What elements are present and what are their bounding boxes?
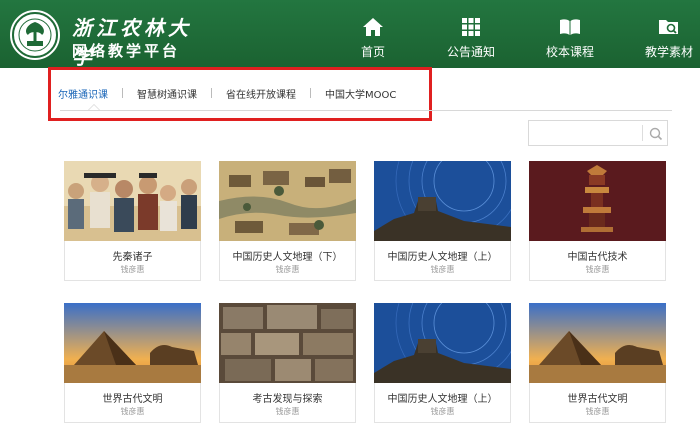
search-divider — [642, 125, 643, 141]
tabs-underline — [60, 110, 672, 111]
course-card[interactable]: 世界古代文明 钱彦惠 — [64, 303, 201, 423]
course-card[interactable]: 中国历史人文地理（上） 钱彦惠 — [374, 161, 511, 281]
course-search — [528, 120, 668, 146]
tab-provincial-open-course[interactable]: 省在线开放课程 — [226, 86, 296, 101]
course-author: 钱彦惠 — [430, 407, 455, 416]
course-title: 中国历史人文地理（上） — [387, 394, 498, 405]
pyramid-sphinx-image — [529, 303, 666, 383]
site-logo-text[interactable]: 浙江农林大学 网络教学平台 — [72, 10, 212, 69]
great-wall-image — [374, 303, 511, 383]
tab-separator — [211, 88, 212, 98]
course-source-tabs: 尔雅通识课 智慧树通识课 省在线开放课程 中国大学MOOC — [58, 84, 396, 102]
course-card[interactable]: 先秦诸子 钱彦惠 — [64, 161, 201, 281]
nav-notice-label: 公告通知 — [446, 45, 495, 59]
ancient-sages-image — [64, 161, 201, 241]
tab-china-mooc[interactable]: 中国大学MOOC — [325, 86, 396, 101]
course-author: 钱彦惠 — [275, 407, 300, 416]
nav-home-label: 首页 — [360, 45, 385, 59]
search-icon[interactable] — [647, 125, 665, 143]
course-title: 中国历史人文地理（下） — [232, 252, 343, 263]
tab-separator — [310, 88, 311, 98]
nav-material[interactable]: 教学素材 — [638, 0, 700, 68]
course-author: 钱彦惠 — [120, 407, 145, 416]
course-author: 钱彦惠 — [585, 407, 610, 416]
search-input[interactable] — [529, 121, 641, 145]
stone-ruins-image — [219, 303, 356, 383]
great-wall-image — [374, 161, 511, 241]
course-title: 先秦诸子 — [112, 252, 153, 263]
course-title: 世界古代文明 — [567, 394, 628, 405]
nav-notice[interactable]: 公告通知 — [441, 0, 501, 68]
course-author: 钱彦惠 — [275, 265, 300, 274]
grid-icon — [462, 18, 480, 36]
course-title: 中国历史人文地理（上） — [387, 252, 498, 263]
nav-material-label: 教学素材 — [644, 45, 693, 59]
course-author: 钱彦惠 — [430, 265, 455, 274]
folder-search-icon — [659, 20, 678, 34]
course-card[interactable]: 中国历史人文地理（上） 钱彦惠 — [374, 303, 511, 423]
ancient-clock-image — [529, 161, 666, 241]
course-card[interactable]: 世界古代文明 钱彦惠 — [529, 303, 666, 423]
course-title: 中国古代技术 — [567, 252, 628, 263]
book-icon — [560, 19, 580, 35]
nav-course[interactable]: 校本课程 — [540, 0, 600, 68]
course-title: 考古发现与探索 — [252, 394, 323, 405]
course-author: 钱彦惠 — [585, 265, 610, 274]
course-title: 世界古代文明 — [102, 394, 163, 405]
pyramid-sphinx-image — [64, 303, 201, 383]
home-icon — [363, 18, 383, 36]
tab-erya[interactable]: 尔雅通识课 — [58, 86, 108, 101]
course-card[interactable]: 中国历史人文地理（下） 钱彦惠 — [219, 161, 356, 281]
tab-separator — [122, 88, 123, 98]
course-author: 钱彦惠 — [120, 265, 145, 274]
university-seal-logo[interactable] — [10, 10, 60, 60]
nav-home[interactable]: 首页 — [345, 0, 401, 68]
site-header: 浙江农林大学 网络教学平台 首页 公告通知 校本课程 教学素材 — [0, 0, 700, 69]
nav-course-label: 校本课程 — [545, 45, 594, 59]
active-tab-caret — [88, 104, 100, 110]
course-card[interactable]: 中国古代技术 钱彦惠 — [529, 161, 666, 281]
platform-name: 网络教学平台 — [72, 42, 181, 60]
qingming-scroll-image — [219, 161, 356, 241]
course-card[interactable]: 考古发现与探索 钱彦惠 — [219, 303, 356, 423]
tab-zhihuishu[interactable]: 智慧树通识课 — [137, 86, 197, 101]
